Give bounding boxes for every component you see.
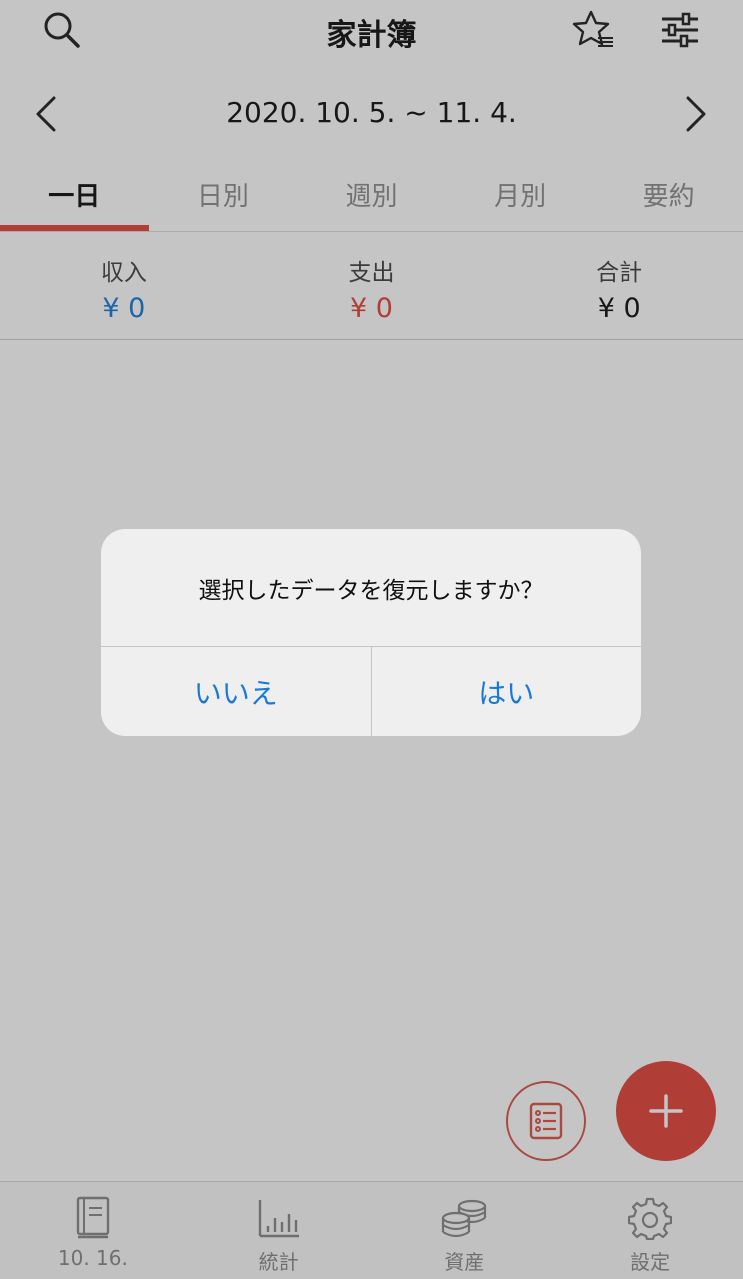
dialog-actions: いいえ はい [101,647,641,736]
dialog-yes-button[interactable]: はい [370,647,642,736]
dialog-no-button[interactable]: いいえ [101,647,371,736]
app-root: 家計簿 2020. 10. 5. ~ 11. 4. 一日 日別 週別 月別 要約… [0,0,743,1279]
dialog-message: 選択したデータを復元しますか？ [101,529,641,647]
restore-confirm-dialog: 選択したデータを復元しますか？ いいえ はい [101,529,641,736]
